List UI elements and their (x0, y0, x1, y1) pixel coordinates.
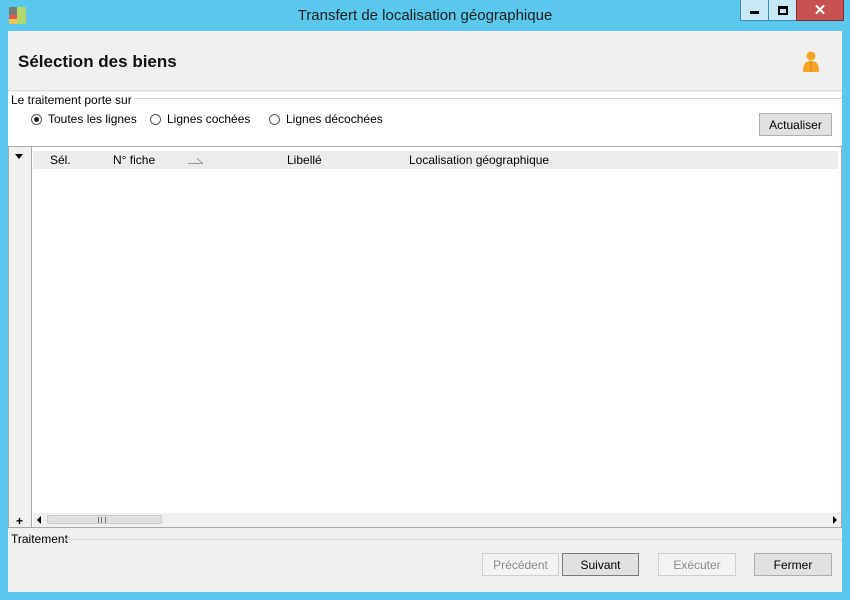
radio-button[interactable] (150, 113, 161, 125)
column-header-sel[interactable]: Sél. (50, 153, 71, 167)
maximize-button[interactable] (768, 0, 797, 21)
horizontal-scrollbar[interactable] (33, 513, 841, 527)
title-bar[interactable]: Transfert de localisation géographique ✕ (0, 0, 850, 31)
scrollbar-thumb[interactable] (47, 515, 162, 524)
close-button[interactable]: Fermer (754, 553, 832, 576)
header-panel: Sélection des biens (8, 31, 842, 91)
sort-indicator-icon (188, 158, 203, 164)
refresh-button[interactable]: Actualiser (759, 113, 832, 136)
scroll-right-icon[interactable] (833, 516, 837, 524)
radio-label: Lignes décochées (286, 112, 383, 126)
scroll-left-icon[interactable] (37, 516, 41, 524)
radio-all-lines[interactable]: Toutes les lignes (31, 112, 137, 126)
grid-header: Sél. N° fiche Libellé Localisation géogr… (33, 151, 838, 169)
treatment-group-label: Traitement (11, 532, 68, 546)
execute-button[interactable]: Exécuter (658, 553, 736, 576)
radio-unchecked-lines[interactable]: Lignes décochées (269, 112, 383, 126)
next-button[interactable]: Suivant (562, 553, 639, 576)
minimize-icon (750, 11, 759, 14)
close-window-button[interactable]: ✕ (796, 0, 844, 21)
radio-button[interactable] (31, 113, 42, 125)
close-icon: ✕ (813, 1, 827, 19)
application-window: Transfert de localisation géographique ✕… (0, 0, 850, 600)
assets-grid[interactable]: + Sél. N° fiche Libellé Localisation géo… (8, 146, 842, 528)
column-header-fiche[interactable]: N° fiche (113, 153, 155, 167)
maximize-icon (777, 5, 788, 15)
user-icon[interactable] (802, 51, 820, 73)
window-title: Transfert de localisation géographique (297, 7, 553, 24)
row-selector-column: + (9, 147, 32, 528)
grip-icon (98, 517, 106, 523)
radio-label: Lignes cochées (167, 112, 251, 126)
column-header-localisation[interactable]: Localisation géographique (409, 153, 549, 167)
column-menu-icon[interactable] (15, 154, 23, 159)
page-title: Sélection des biens (18, 52, 177, 71)
dialog-client-area: Sélection des biens Le traitement porte … (8, 31, 842, 592)
minimize-button[interactable] (740, 0, 769, 21)
processing-scope-group: Le traitement porte sur Toutes les ligne… (8, 92, 842, 146)
radio-button[interactable] (269, 113, 280, 125)
column-header-libelle[interactable]: Libellé (287, 153, 322, 167)
group-label: Le traitement porte sur (11, 93, 132, 107)
radio-label: Toutes les lignes (48, 112, 137, 126)
previous-button[interactable]: Précédent (482, 553, 559, 576)
radio-checked-lines[interactable]: Lignes cochées (150, 112, 250, 126)
add-row-icon[interactable]: + (16, 514, 23, 528)
